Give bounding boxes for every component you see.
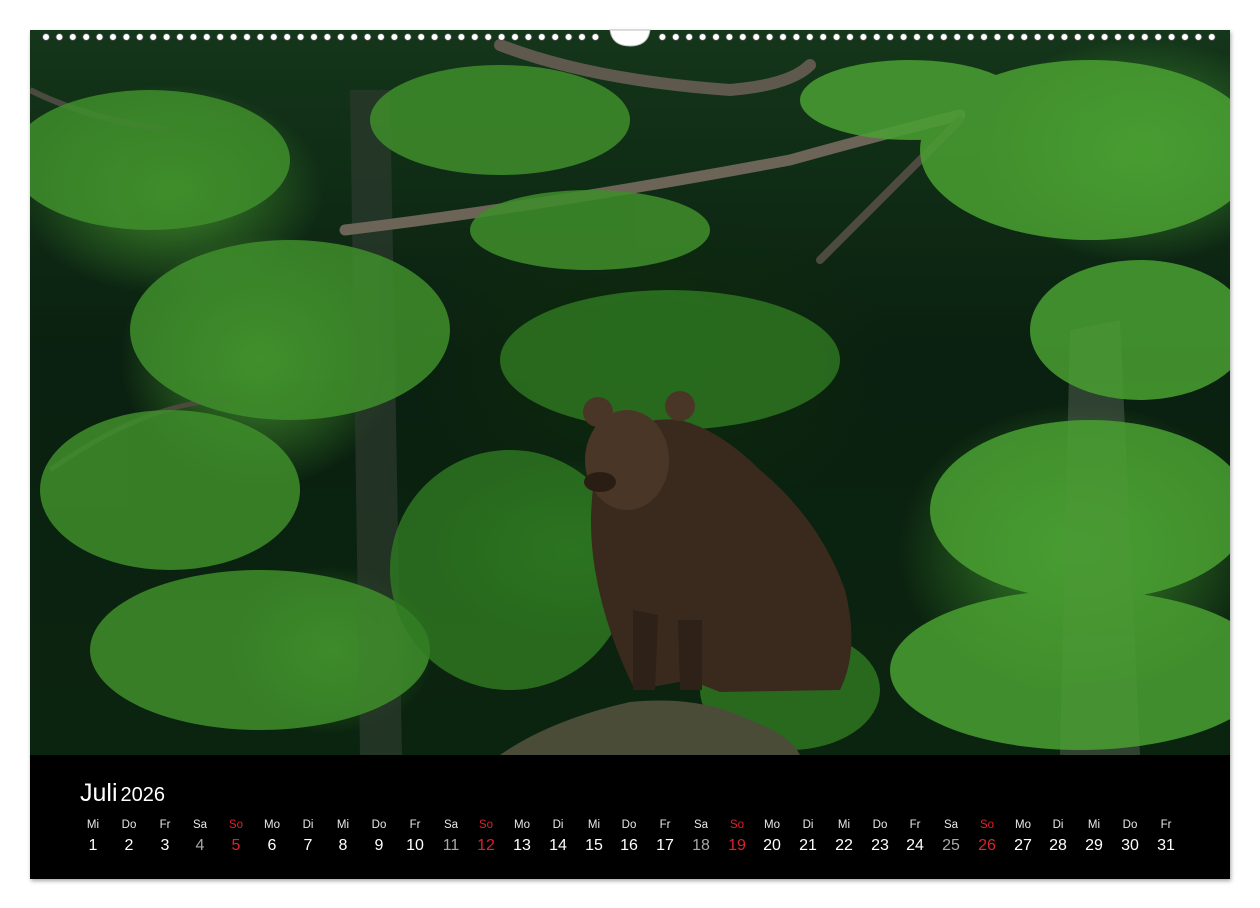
weekday-label: Sa	[693, 819, 709, 831]
weekday-label: So	[729, 819, 745, 831]
month-year: 2026	[120, 784, 166, 806]
day-number: 19	[728, 837, 746, 854]
calendar-bar: Juli 2026 Mi 1 Do 2 Fr 3 Sa 4 So 5 Mo 6 Di 7 Mi 8 Do 9 Fr 10…	[30, 755, 1230, 879]
day-number: 22	[835, 837, 853, 854]
weekday-label: Fr	[909, 819, 921, 831]
weekday-label: Mi	[336, 819, 350, 831]
calendar-page: Juli 2026 Mi 1 Do 2 Fr 3 Sa 4 So 5 Mo 6 Di 7 Mi 8 Do 9 Fr 10…	[30, 30, 1230, 879]
weekday-label: Mi	[837, 819, 851, 831]
weekday-label: So	[228, 819, 244, 831]
forest-bear-illustration	[30, 39, 1230, 755]
day-number: 5	[231, 837, 241, 854]
weekday-label: Do	[371, 819, 387, 831]
weekday-label: Fr	[159, 819, 171, 831]
weekday-label: Fr	[409, 819, 421, 831]
day-number: 25	[942, 837, 960, 854]
day-number: 4	[195, 837, 205, 854]
weekday-label: So	[478, 819, 494, 831]
day-number: 24	[906, 837, 924, 854]
day-number: 17	[656, 837, 674, 854]
day-number: 31	[1157, 837, 1175, 854]
day-number: 18	[692, 837, 710, 854]
day-number: 6	[267, 837, 277, 854]
weekday-label: So	[979, 819, 995, 831]
weekday-label: Di	[552, 819, 564, 831]
weekday-label: Mo	[764, 819, 780, 831]
calendar-photo	[30, 30, 1230, 755]
weekday-label: Mo	[264, 819, 280, 831]
day-number: 14	[549, 837, 567, 854]
day-grid: Mi 1 Do 2 Fr 3 Sa 4 So 5 Mo 6 Di 7 Mi 8 Do 9 Fr 10 Sa 11 So 12 M…	[75, 819, 1195, 863]
weekday-label: Sa	[192, 819, 208, 831]
day-number: 12	[477, 837, 495, 854]
day-number: 21	[799, 837, 817, 854]
month-name: Juli	[80, 779, 118, 807]
weekday-label: Do	[1122, 819, 1138, 831]
weekday-label: Fr	[1160, 819, 1172, 831]
weekday-label: Di	[802, 819, 814, 831]
weekday-label: Do	[121, 819, 137, 831]
day-number: 30	[1121, 837, 1139, 854]
weekday-label: Sa	[943, 819, 959, 831]
day-number: 16	[620, 837, 638, 854]
weekday-label: Do	[872, 819, 888, 831]
weekday-label: Do	[621, 819, 637, 831]
day-number: 26	[978, 837, 996, 854]
day-number: 9	[374, 837, 384, 854]
day-number: 7	[303, 837, 313, 854]
weekday-label: Fr	[659, 819, 671, 831]
month-title: Juli 2026	[80, 779, 165, 808]
day-number: 8	[338, 837, 348, 854]
bear	[583, 391, 852, 692]
weekday-label: Mo	[1015, 819, 1031, 831]
weekday-label: Di	[302, 819, 314, 831]
day-number: 3	[160, 837, 170, 854]
day-number: 28	[1049, 837, 1067, 854]
weekday-label: Sa	[443, 819, 459, 831]
day-number: 2	[124, 837, 134, 854]
day-number: 29	[1085, 837, 1103, 854]
day-number: 13	[513, 837, 531, 854]
weekday-label: Mi	[1087, 819, 1101, 831]
foliage	[800, 60, 1230, 750]
day-number: 20	[763, 837, 781, 854]
weekday-label: Mo	[514, 819, 530, 831]
weekday-label: Mi	[86, 819, 100, 831]
weekday-label: Di	[1052, 819, 1064, 831]
day-number: 23	[871, 837, 889, 854]
day-number: 11	[442, 837, 460, 854]
day-number: 15	[585, 837, 603, 854]
day-number: 27	[1014, 837, 1032, 854]
weekday-label: Mi	[587, 819, 601, 831]
day-number: 10	[406, 837, 424, 854]
day-number: 1	[88, 837, 98, 854]
